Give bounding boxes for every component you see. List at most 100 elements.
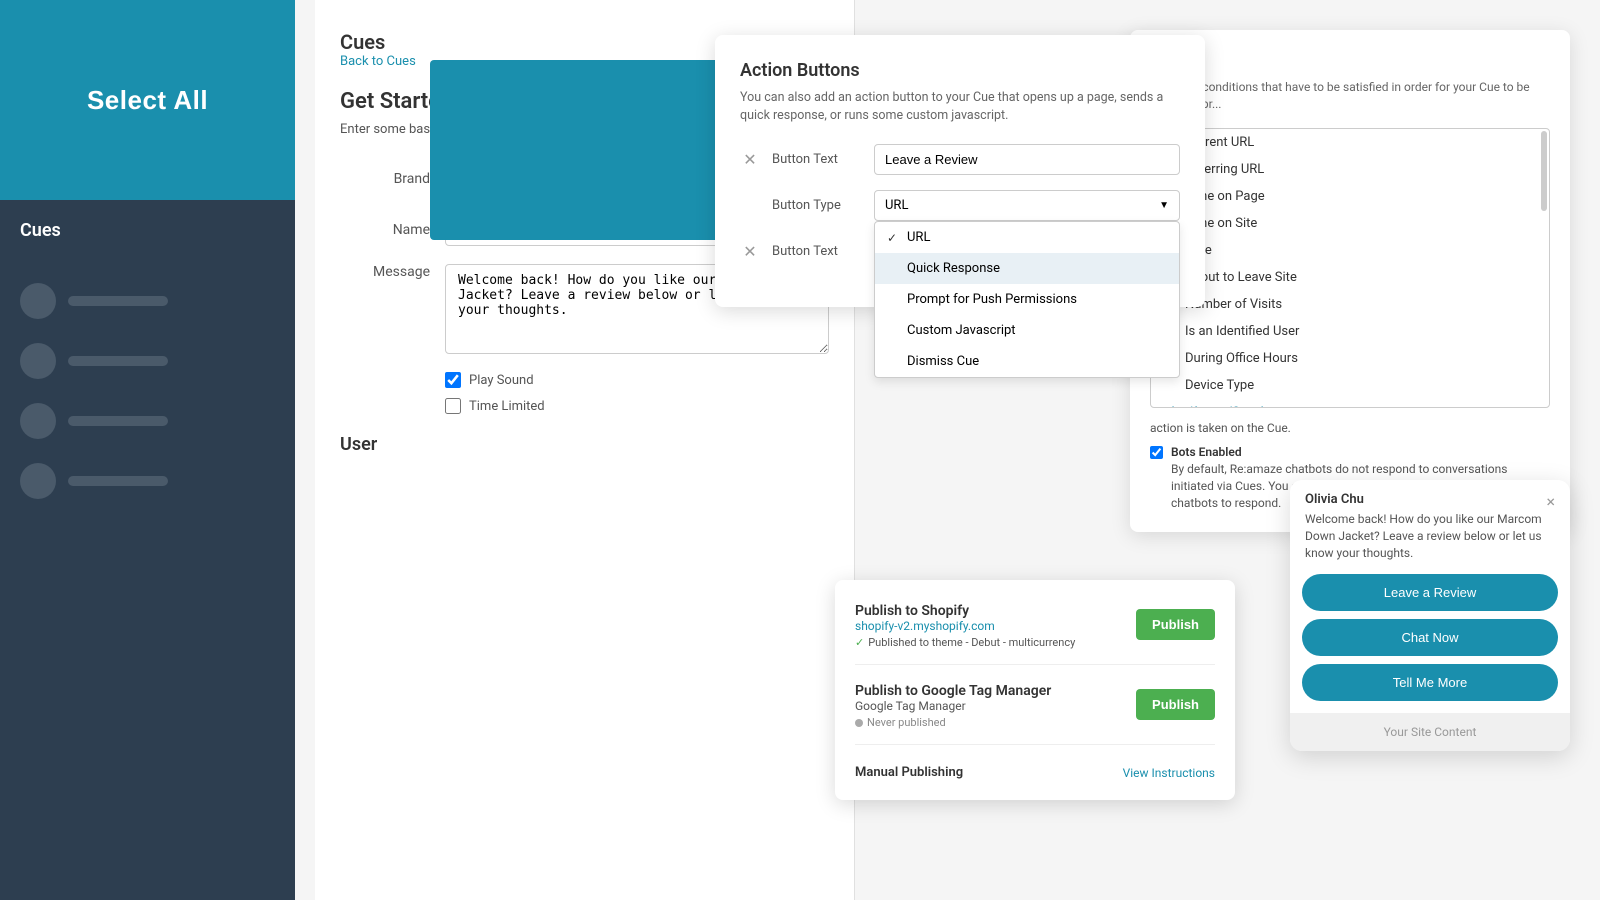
widget-message: Welcome back! How do you like our Marcom… [1305, 511, 1546, 561]
remove-button2-icon[interactable]: ✕ [740, 242, 760, 261]
button1-type-row: ✕ Button Type URL ▼ ✓ URL Quick Response [740, 190, 1180, 221]
brand-label: Brand [340, 171, 430, 187]
name-label: Name [340, 222, 430, 238]
nav-line [68, 356, 168, 366]
gtm-publish-row: Publish to Google Tag Manager Google Tag… [855, 680, 1215, 745]
remove-button1-icon[interactable]: ✕ [740, 150, 760, 169]
dropdown-item-javascript[interactable]: Custom Javascript [875, 315, 1179, 346]
gtm-status: Never published [855, 716, 1136, 729]
button-type-dropdown[interactable]: URL ▼ [874, 190, 1180, 221]
play-sound-label: Play Sound [469, 373, 534, 388]
rules-list-item[interactable]: ✓Time on Site [1151, 210, 1549, 237]
button-type-menu: ✓ URL Quick Response Prompt for Push Per… [874, 221, 1180, 378]
action-buttons-title: Action Buttons [740, 60, 1180, 81]
dropdown-item-label: Custom Javascript [907, 323, 1016, 338]
sidebar: Select All Cues [0, 0, 295, 900]
widget-content: Olivia Chu Welcome back! How do you like… [1305, 492, 1546, 561]
rules-list-item[interactable]: Referring URL [1151, 156, 1549, 183]
dropdown-item-quick-response[interactable]: Quick Response [875, 253, 1179, 284]
widget-user-name: Olivia Chu [1305, 492, 1546, 507]
manual-publishing-row: Manual Publishing View Instructions [855, 760, 1215, 780]
gtm-publish-button[interactable]: Publish [1136, 689, 1215, 720]
button1-text-input[interactable] [874, 144, 1180, 175]
shopify-link[interactable]: shopify-v2.myshopify.com [855, 619, 1136, 633]
widget-header: Olivia Chu Welcome back! How do you like… [1290, 480, 1570, 569]
shopify-section-label: Shopify Specific Rules [1151, 399, 1549, 408]
select-all-button[interactable]: Select All [67, 75, 228, 126]
publish-modal: Publish to Shopify shopify-v2.myshopify.… [835, 580, 1235, 800]
widget-leave-review-button[interactable]: Leave a Review [1302, 574, 1558, 611]
button-type-container: URL ▼ ✓ URL Quick Response Prompt for Pu… [874, 190, 1180, 221]
play-sound-checkbox[interactable] [445, 372, 461, 388]
check-icon: ✓ [855, 636, 864, 649]
cues-label: Cues [20, 220, 275, 241]
avatar [20, 343, 56, 379]
widget-chat-now-button[interactable]: Chat Now [1302, 619, 1558, 656]
bots-enabled-checkbox[interactable] [1150, 446, 1163, 459]
dropdown-chevron-icon: ▼ [1159, 200, 1169, 211]
sidebar-header: Select All [0, 0, 295, 200]
check-icon: ✓ [887, 231, 901, 245]
rules-list-item[interactable]: During Office Hours [1151, 345, 1549, 372]
message-label: Message [340, 264, 430, 280]
rules-list-item[interactable]: Number of Visits [1151, 291, 1549, 318]
gray-dot-icon [855, 719, 863, 727]
widget-buttons: Leave a Review Chat Now Tell Me More [1290, 569, 1570, 713]
button1-text-label: Button Text [772, 152, 862, 167]
action-buttons-desc: You can also add an action button to you… [740, 89, 1180, 124]
avatar [20, 463, 56, 499]
nav-line [68, 416, 168, 426]
time-limited-row: Time Limited [445, 398, 829, 414]
dropdown-selected-value: URL [885, 198, 908, 213]
dropdown-item-dismiss[interactable]: Dismiss Cue [875, 346, 1179, 377]
dropdown-item-push[interactable]: Prompt for Push Permissions [875, 284, 1179, 315]
gtm-label: Google Tag Manager [855, 699, 1136, 713]
dropdown-item-url[interactable]: ✓ URL [875, 222, 1179, 253]
bots-enabled-label: Bots Enabled [1171, 444, 1550, 461]
view-instructions-link[interactable]: View Instructions [1123, 766, 1215, 780]
list-item[interactable] [0, 391, 295, 451]
dropdown-item-label: URL [907, 230, 930, 245]
dropdown-item-label: Dismiss Cue [907, 354, 979, 369]
nav-line [68, 476, 168, 486]
gtm-publish-info: Publish to Google Tag Manager Google Tag… [855, 680, 1136, 729]
button2-text-label: Button Text [772, 244, 862, 259]
shopify-status-text: Published to theme - Debut - multicurren… [868, 636, 1075, 649]
dropdown-item-label: Quick Response [907, 261, 1000, 276]
widget-tell-me-more-button[interactable]: Tell Me More [1302, 664, 1558, 701]
preview-widget: Olivia Chu Welcome back! How do you like… [1290, 480, 1570, 751]
dropdown-item-label: Prompt for Push Permissions [907, 292, 1077, 307]
play-sound-row: Play Sound [445, 372, 829, 388]
rules-list-item[interactable]: Current URL [1151, 129, 1549, 156]
user-section: User [340, 434, 829, 455]
widget-site-content: Your Site Content [1290, 713, 1570, 751]
rules-list-item[interactable]: Time on Page [1151, 183, 1549, 210]
list-item[interactable] [0, 271, 295, 331]
rules-list-item[interactable]: About to Leave Site [1151, 264, 1549, 291]
time-limited-label: Time Limited [469, 399, 545, 414]
shopify-publish-info: Publish to Shopify shopify-v2.myshopify.… [855, 600, 1136, 649]
button1-type-label: Button Type [772, 198, 862, 213]
nav-line [68, 296, 168, 306]
time-limited-checkbox[interactable] [445, 398, 461, 414]
rules-list: Current URL Referring URL Time on Page ✓… [1151, 129, 1549, 408]
rules-desc: Rules are conditions that have to be sat… [1150, 79, 1550, 113]
action-taken-text: action is taken on the Cue. [1150, 420, 1291, 437]
rules-title: Rules [1150, 50, 1550, 71]
shopify-publish-button[interactable]: Publish [1136, 609, 1215, 640]
avatar [20, 283, 56, 319]
gtm-publish-title: Publish to Google Tag Manager [855, 683, 1051, 699]
scrollbar[interactable] [1541, 131, 1547, 211]
action-buttons-modal: Action Buttons You can also add an actio… [715, 35, 1205, 307]
action-taken-row: action is taken on the Cue. [1150, 420, 1550, 437]
avatar [20, 403, 56, 439]
list-item[interactable] [0, 331, 295, 391]
button1-text-row: ✕ Button Text [740, 144, 1180, 175]
widget-close-icon[interactable]: × [1546, 492, 1555, 511]
list-item[interactable] [0, 451, 295, 511]
rules-list-item[interactable]: Device Type [1151, 372, 1549, 399]
shopify-publish-title: Publish to Shopify [855, 603, 969, 619]
rules-list-item[interactable]: Is an Identified User [1151, 318, 1549, 345]
rules-list-item[interactable]: Date [1151, 237, 1549, 264]
gtm-status-text: Never published [867, 716, 946, 729]
